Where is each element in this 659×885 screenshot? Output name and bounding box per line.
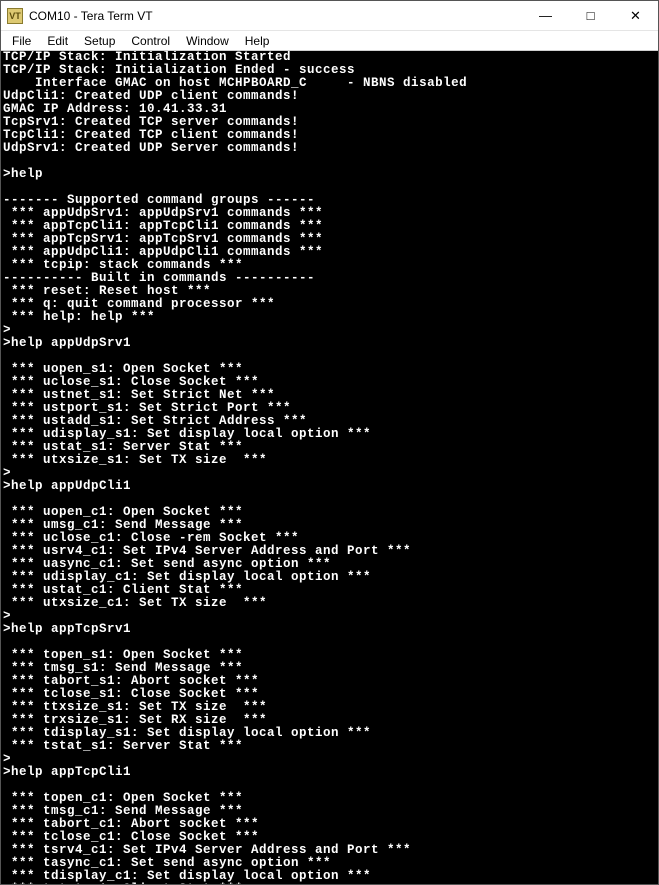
maximize-button[interactable]: □: [568, 1, 613, 30]
app-window: VT COM10 - Tera Term VT ― □ ✕ File Edit …: [0, 0, 659, 885]
terminal-output[interactable]: TCP/IP Stack: Initialization Started TCP…: [1, 51, 658, 884]
menubar: File Edit Setup Control Window Help: [1, 31, 658, 51]
titlebar[interactable]: VT COM10 - Tera Term VT ― □ ✕: [1, 1, 658, 31]
menu-control[interactable]: Control: [124, 33, 177, 49]
menu-help[interactable]: Help: [238, 33, 277, 49]
window-buttons: ― □ ✕: [523, 1, 658, 30]
teraterm-icon: VT: [7, 8, 23, 24]
menu-setup[interactable]: Setup: [77, 33, 122, 49]
window-title: COM10 - Tera Term VT: [29, 9, 523, 23]
menu-file[interactable]: File: [5, 33, 38, 49]
minimize-button[interactable]: ―: [523, 1, 568, 30]
menu-window[interactable]: Window: [179, 33, 236, 49]
menu-edit[interactable]: Edit: [40, 33, 75, 49]
close-button[interactable]: ✕: [613, 1, 658, 30]
